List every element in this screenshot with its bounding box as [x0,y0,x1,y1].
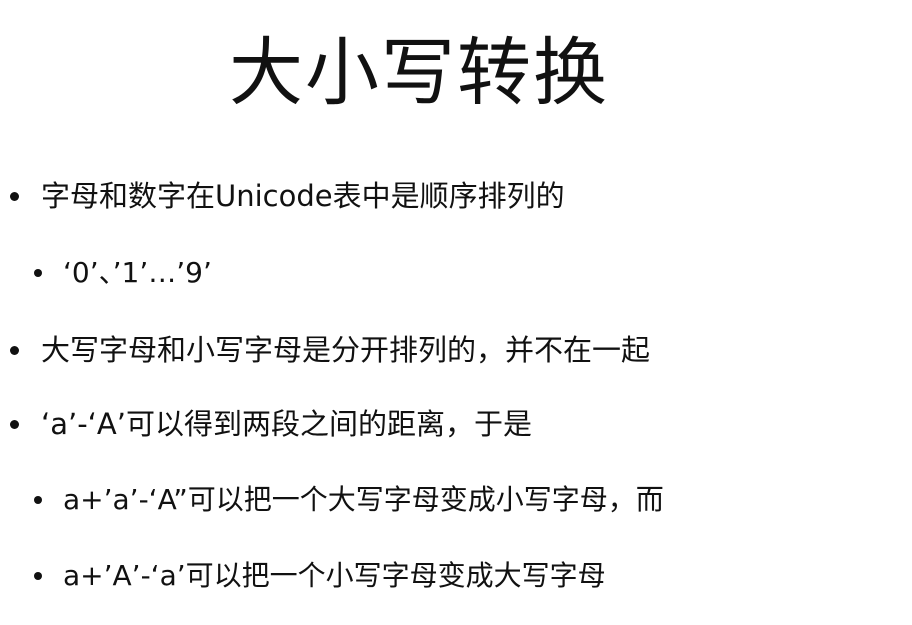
bullet-dot-icon [34,269,42,277]
bullet-dot-icon [10,191,19,201]
bullet-text: a+’a’-‘A”可以把一个大写字母变成小写字母，而 [63,483,664,516]
bullet-subitem-to-upper: a+’A’-‘a’可以把一个小写字母变成大写字母 [34,556,606,596]
bullet-text: 大写字母和小写字母是分开排列的，并不在一起 [41,333,651,367]
bullet-list: 字母和数字在Unicode表中是顺序排列的 ‘0’、’1’…’9’ 大写字母和小… [0,0,912,625]
bullet-subitem-to-lower: a+’a’-‘A”可以把一个大写字母变成小写字母，而 [34,480,664,520]
bullet-dot-icon [34,496,42,504]
bullet-dot-icon [34,572,42,580]
bullet-text: ‘0’、’1’…’9’ [63,256,212,289]
bullet-dot-icon [10,345,19,355]
bullet-text: 字母和数字在Unicode表中是顺序排列的 [41,179,565,213]
bullet-item-distance: ‘a’-‘A’可以得到两段之间的距离，于是 [10,404,532,444]
bullet-text: a+’A’-‘a’可以把一个小写字母变成大写字母 [63,559,606,592]
bullet-text: ‘a’-‘A’可以得到两段之间的距离，于是 [41,407,532,441]
bullet-dot-icon [10,419,19,429]
bullet-item-case-separate: 大写字母和小写字母是分开排列的，并不在一起 [10,330,650,370]
slide: 大小写转换 字母和数字在Unicode表中是顺序排列的 ‘0’、’1’…’9’ … [0,0,912,625]
bullet-subitem-digits: ‘0’、’1’…’9’ [34,253,212,293]
bullet-item-unicode-order: 字母和数字在Unicode表中是顺序排列的 [10,176,565,216]
